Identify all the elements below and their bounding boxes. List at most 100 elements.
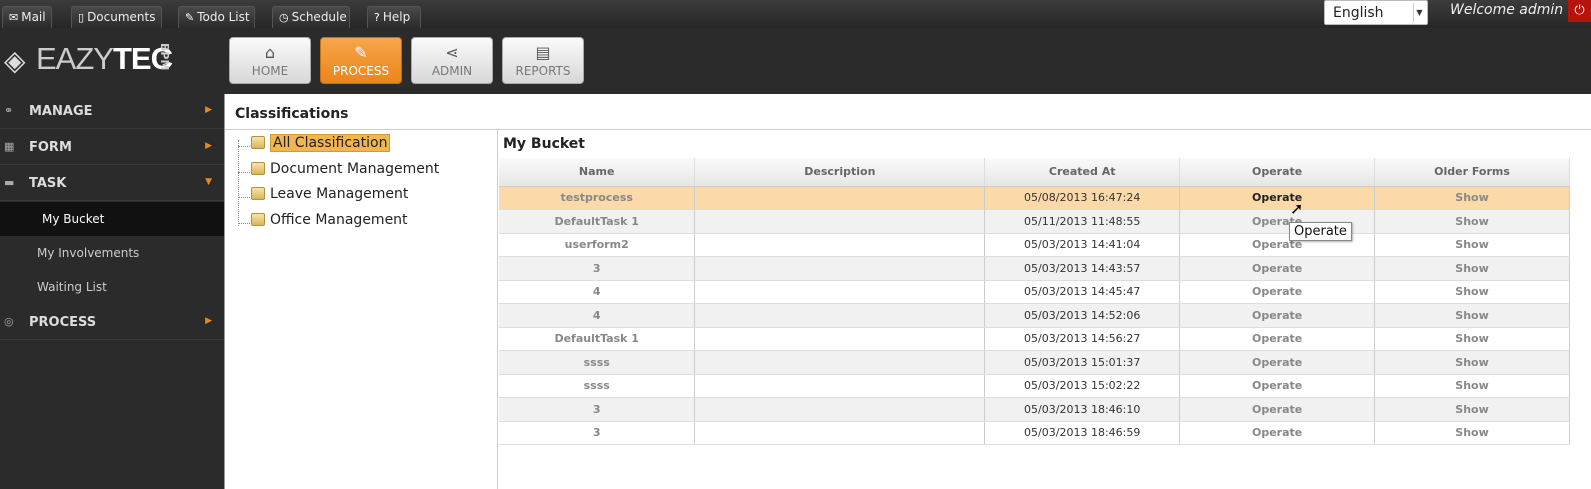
column-header-description[interactable]: Description [694, 158, 986, 187]
cell-name: ssss [499, 374, 696, 398]
cell-description [694, 421, 986, 445]
magic-wand-icon: ✎ [354, 43, 368, 62]
sidebar-item-my-involvements[interactable]: My Involvements [0, 236, 224, 270]
table-row[interactable]: 4 05/03/2013 14:52:06 Operate Show [499, 303, 1570, 328]
sidebar-section-manage[interactable]: ⚭ MANAGE ▶ [0, 94, 224, 129]
show-link[interactable]: Show [1374, 186, 1570, 210]
show-link[interactable]: Show [1374, 421, 1570, 445]
table-row[interactable]: 4 05/03/2013 14:45:47 Operate Show [499, 280, 1570, 304]
table-row[interactable]: ssss 05/03/2013 15:02:22 Operate Show [499, 374, 1570, 398]
table-header-row: Name Description Created At Operate Olde… [499, 158, 1570, 187]
top-bar: ✉ Mail ▯ Documents ✎ Todo List ◷ Schedule ? H… [0, 0, 1591, 28]
bucket-title: My Bucket [503, 136, 585, 152]
column-header-operate[interactable]: Operate [1179, 158, 1376, 187]
table-row[interactable]: 3 05/03/2013 14:43:57 Operate Show [499, 256, 1570, 281]
sidebar-item-my-bucket[interactable]: My Bucket [0, 202, 224, 236]
mouse-cursor-icon: ➚ [1290, 199, 1304, 218]
show-link[interactable]: Show [1374, 327, 1570, 351]
operate-link[interactable]: Operate [1179, 327, 1376, 351]
nav-home-button[interactable]: ⌂ HOME [229, 37, 311, 84]
language-select[interactable]: English ▼ [1324, 0, 1428, 25]
cell-name: 3 [499, 397, 696, 422]
column-header-name[interactable]: Name [499, 158, 696, 187]
folder-icon: ▬ [4, 176, 15, 189]
show-link[interactable]: Show [1374, 397, 1570, 422]
folder-icon [251, 187, 265, 200]
cell-name: userform2 [499, 233, 696, 257]
folder-icon [251, 162, 265, 175]
cell-description [694, 209, 986, 234]
table-row[interactable]: 3 05/03/2013 18:46:10 Operate Show [499, 397, 1570, 422]
show-link[interactable]: Show [1374, 209, 1570, 234]
table-row[interactable]: DefaultTask 1 05/03/2013 14:56:27 Operate S… [499, 327, 1570, 351]
bucket-panel: My Bucket Name Description Created At Op… [499, 130, 1591, 489]
cell-name: DefaultTask 1 [499, 209, 696, 234]
logo: ◈ EAZYTEC BPM [4, 41, 173, 77]
chevron-right-icon: ▶ [205, 105, 212, 115]
column-header-created-at[interactable]: Created At [984, 158, 1181, 187]
cell-created-at: 05/11/2013 11:48:55 [984, 209, 1181, 234]
cell-created-at: 05/03/2013 15:01:37 [984, 350, 1181, 375]
classification-tree: All Classification Document Management L… [225, 130, 498, 489]
cell-created-at: 05/03/2013 14:45:47 [984, 280, 1181, 304]
operate-link[interactable]: Operate [1179, 256, 1376, 281]
mail-icon: ✉ [9, 11, 19, 24]
tab-schedule[interactable]: ◷ Schedule [272, 6, 350, 28]
cell-created-at: 05/08/2013 16:47:24 [984, 186, 1181, 210]
cell-description [694, 327, 986, 351]
tab-documents[interactable]: ▯ Documents [71, 6, 162, 28]
operate-link[interactable]: Operate [1179, 397, 1376, 422]
operate-link[interactable]: Operate [1179, 303, 1376, 328]
logo-mark-icon: ◈ [4, 44, 26, 77]
show-link[interactable]: Show [1374, 280, 1570, 304]
users-icon: ⚭ [4, 104, 14, 117]
bucket-table: Name Description Created At Operate Olde… [499, 158, 1570, 445]
nav-process-button[interactable]: ✎ PROCESS [320, 37, 402, 84]
sidebar-item-waiting-list[interactable]: Waiting List [0, 270, 224, 304]
tree-node-office-management[interactable]: Office Management [251, 212, 408, 234]
tree-node-leave-management[interactable]: Leave Management [251, 186, 408, 208]
table-row[interactable]: testprocess 05/08/2013 16:47:24 Operate Sho… [499, 186, 1570, 210]
show-link[interactable]: Show [1374, 233, 1570, 257]
cell-name: ssss [499, 350, 696, 375]
tab-help[interactable]: ? Help [367, 6, 421, 28]
power-icon[interactable]: ⏻ [1568, 0, 1591, 22]
table-row[interactable]: userform2 05/03/2013 14:41:04 Operate Show [499, 233, 1570, 257]
cell-description [694, 374, 986, 398]
show-link[interactable]: Show [1374, 374, 1570, 398]
cell-description [694, 397, 986, 422]
show-link[interactable]: Show [1374, 256, 1570, 281]
tab-mail[interactable]: ✉ Mail [2, 6, 52, 28]
cell-name: 3 [499, 421, 696, 445]
form-icon: ▦ [4, 140, 15, 153]
sidebar-section-process[interactable]: ◎ PROCESS ▶ [0, 305, 224, 340]
process-icon: ◎ [4, 315, 14, 328]
cell-created-at: 05/03/2013 14:41:04 [984, 233, 1181, 257]
show-link[interactable]: Show [1374, 350, 1570, 375]
chevron-right-icon: ▶ [205, 316, 212, 326]
column-header-older-forms[interactable]: Older Forms [1374, 158, 1570, 187]
operate-link[interactable]: Operate [1179, 186, 1376, 210]
chevron-down-icon: ▼ [1413, 3, 1425, 22]
table-row[interactable]: ssss 05/03/2013 15:01:37 Operate Show [499, 350, 1570, 375]
clock-icon: ◷ [279, 11, 289, 24]
operate-link[interactable]: Operate [1179, 374, 1376, 398]
sidebar: ⚭ MANAGE ▶ ▦ FORM ▶ ▬ TASK ▼ My Bucket M… [0, 94, 224, 489]
cell-created-at: 05/03/2013 18:46:59 [984, 421, 1181, 445]
table-row[interactable]: DefaultTask 1 05/11/2013 11:48:55 Operate S… [499, 209, 1570, 234]
operate-link[interactable]: Operate [1179, 421, 1376, 445]
tree-node-document-management[interactable]: Document Management [251, 161, 439, 183]
share-icon: ⋖ [445, 43, 459, 62]
documents-icon: ▯ [78, 11, 85, 24]
tab-todo-list[interactable]: ✎ Todo List [178, 6, 255, 28]
operate-link[interactable]: Operate [1179, 350, 1376, 375]
table-row[interactable]: 3 05/03/2013 18:46:59 Operate Show [499, 421, 1570, 445]
nav-admin-button[interactable]: ⋖ ADMIN [411, 37, 493, 84]
main-content: Classifications All Classification Docum… [224, 94, 1591, 489]
show-link[interactable]: Show [1374, 303, 1570, 328]
operate-link[interactable]: Operate [1179, 280, 1376, 304]
nav-reports-button[interactable]: ▤ REPORTS [502, 37, 584, 84]
tree-node-all-classification[interactable]: All Classification [251, 134, 391, 157]
sidebar-section-form[interactable]: ▦ FORM ▶ [0, 130, 224, 165]
sidebar-section-task[interactable]: ▬ TASK ▼ [0, 166, 224, 201]
